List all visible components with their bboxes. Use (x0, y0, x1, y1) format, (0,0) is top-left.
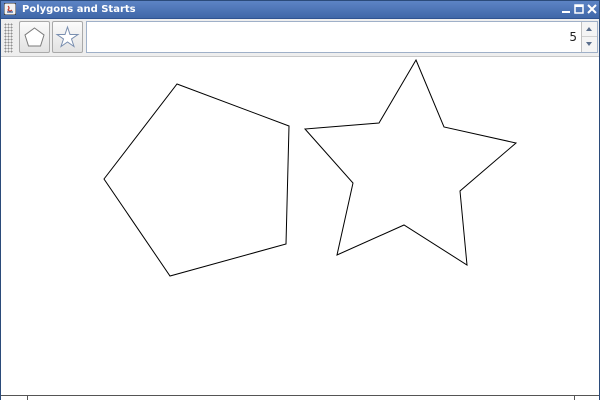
star-icon (55, 25, 80, 48)
toolbar-grip[interactable] (4, 23, 13, 53)
app-window: Polygons and Starts (0, 0, 600, 400)
status-bar (1, 395, 599, 400)
window-title: Polygons and Starts (22, 4, 136, 15)
drawing-canvas[interactable] (1, 57, 599, 395)
sides-spinner[interactable] (86, 21, 598, 53)
star-tool-button[interactable] (52, 21, 83, 53)
spinner-down-button[interactable] (582, 37, 597, 52)
pentagon-shape (103, 83, 290, 277)
polygon-tool-button[interactable] (19, 21, 50, 53)
title-bar[interactable]: Polygons and Starts (1, 1, 599, 19)
spinner-up-button[interactable] (582, 22, 597, 37)
status-divider (574, 396, 575, 400)
star-shape (303, 58, 518, 266)
sides-input[interactable] (87, 22, 581, 52)
maximize-icon[interactable] (574, 4, 584, 14)
arrow-up-icon (586, 27, 592, 31)
arrow-down-icon (586, 42, 592, 46)
polygon-icon (24, 27, 45, 47)
status-divider (27, 396, 28, 400)
java-app-icon (4, 3, 16, 15)
toolbar (1, 19, 599, 57)
drawing-surface (103, 58, 518, 277)
close-icon[interactable] (587, 4, 597, 14)
minimize-icon[interactable] (561, 4, 571, 14)
spinner-buttons (581, 22, 597, 52)
